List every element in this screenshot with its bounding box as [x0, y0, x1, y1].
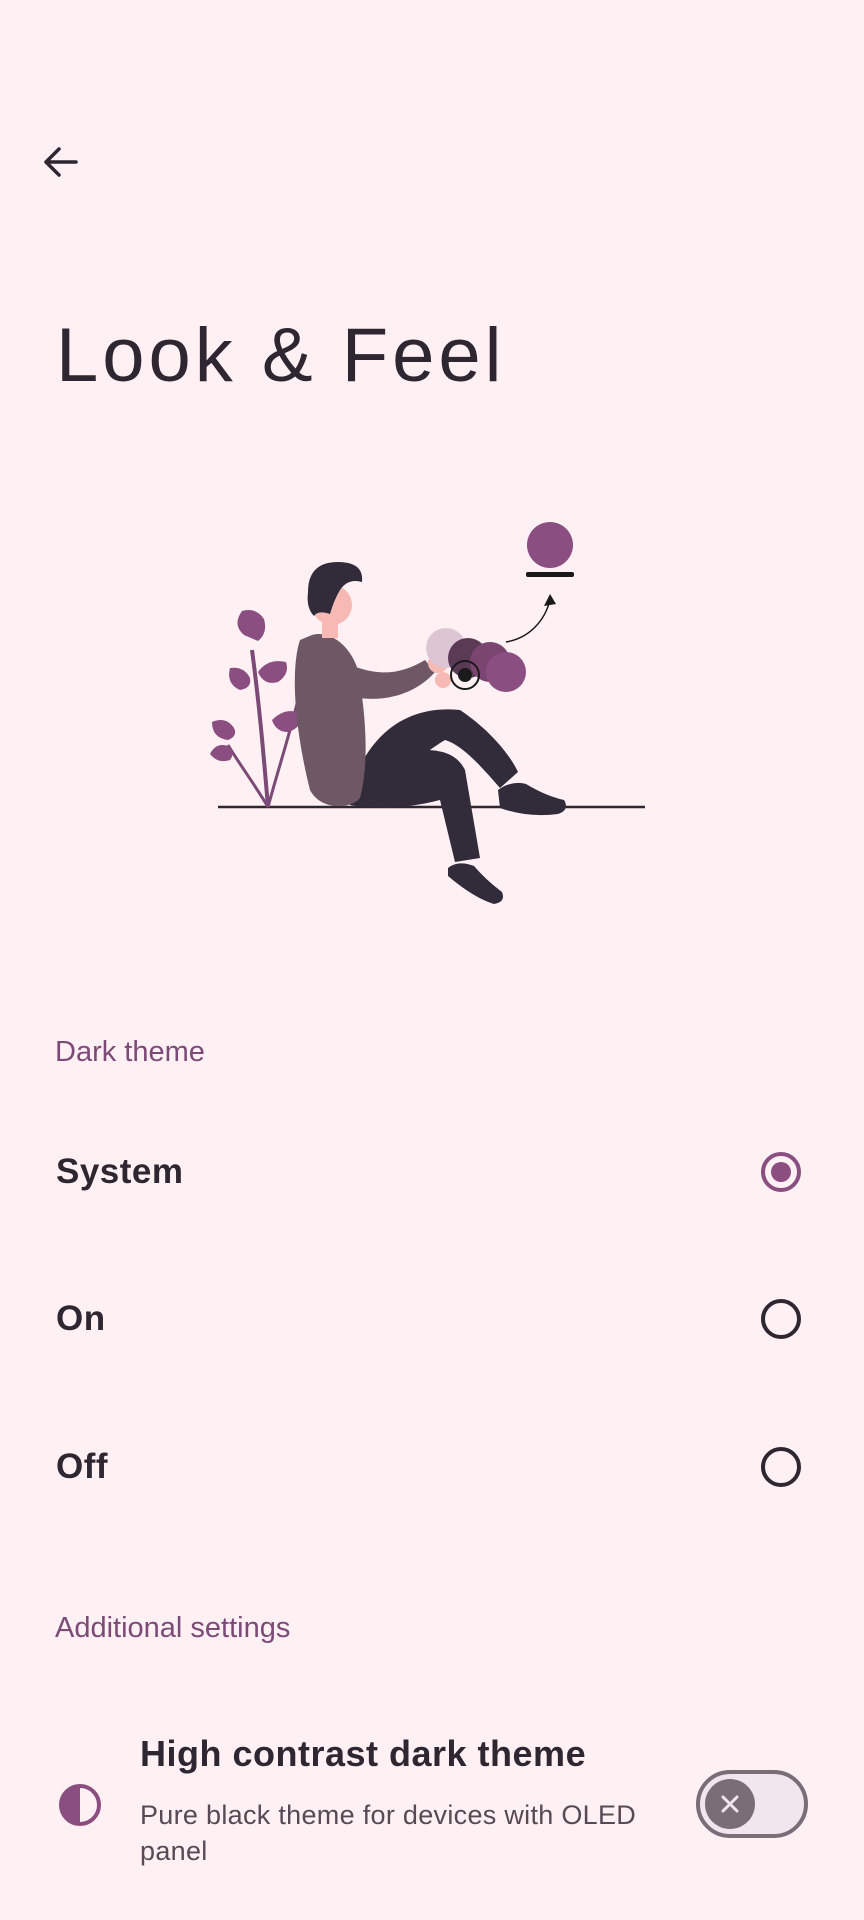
setting-title: High contrast dark theme [140, 1733, 587, 1774]
setting-subtitle: Pure black theme for devices with OLED p… [140, 1800, 637, 1866]
dark-theme-option-off[interactable]: Off [0, 1393, 864, 1541]
page-title: Look & Feel [56, 313, 506, 398]
high-contrast-toggle[interactable] [696, 1770, 808, 1838]
additional-settings-section-header: Additional settings [55, 1612, 291, 1644]
dark-theme-option-label: On [56, 1299, 106, 1338]
radio-button[interactable] [761, 1447, 801, 1487]
dark-theme-section-header: Dark theme [55, 1036, 205, 1068]
high-contrast-dark-theme-setting[interactable]: High contrast dark theme Pure black them… [0, 1715, 864, 1895]
contrast-icon [59, 1784, 101, 1826]
arrow-back-icon [44, 147, 78, 177]
toggle-thumb [705, 1779, 755, 1829]
back-button[interactable] [30, 132, 90, 192]
person-sitting-color-picker-illustration [210, 522, 645, 904]
dark-theme-option-on[interactable]: On [0, 1245, 864, 1393]
radio-button-checked[interactable] [761, 1152, 801, 1192]
dark-theme-option-system[interactable]: System [0, 1098, 864, 1246]
dark-theme-option-label: Off [56, 1447, 109, 1486]
radio-button[interactable] [761, 1299, 801, 1339]
dark-theme-option-label: System [56, 1152, 184, 1191]
close-icon [721, 1795, 739, 1813]
